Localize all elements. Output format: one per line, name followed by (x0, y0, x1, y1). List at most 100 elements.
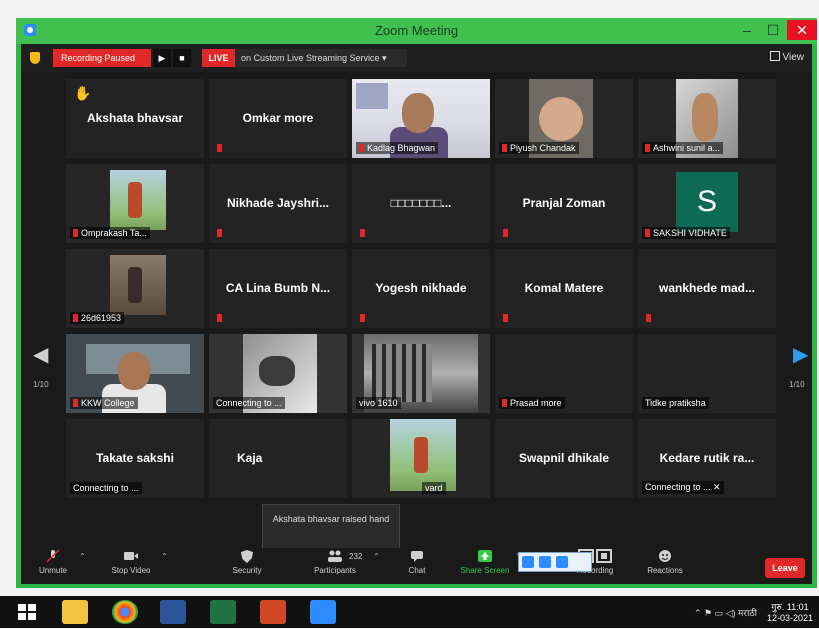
participant-name: Takate sakshi (96, 451, 174, 465)
system-clock[interactable]: गुरु. 11:01 12-03-2021 (767, 602, 813, 624)
participant-label: Ashwini sunil a... (642, 142, 724, 154)
stop-video-button[interactable]: Stop Video (103, 549, 159, 575)
title-bar: Zoom Meeting – ☐ ✕ (16, 18, 817, 44)
input-language[interactable]: मराठी (738, 608, 757, 618)
participant-tile[interactable]: Kaja (209, 419, 347, 498)
muted-mic-icon (73, 399, 78, 407)
active-speaker-tile[interactable]: KKW College (66, 334, 204, 413)
participant-tile[interactable]: Tidke pratiksha (638, 334, 776, 413)
muted-mic-icon (646, 314, 651, 322)
security-button[interactable]: Security (225, 549, 269, 575)
participant-tile[interactable]: Pranjal Zoman (495, 164, 633, 243)
resume-recording-button[interactable]: ▶ (153, 49, 171, 67)
participant-tile[interactable]: vard (352, 419, 490, 498)
chat-label: Chat (408, 566, 426, 575)
participant-label: Kadlag Bhagwan (356, 142, 439, 154)
participants-options-caret-icon[interactable]: ⌃ (373, 552, 380, 561)
share-control-icon[interactable] (539, 556, 551, 568)
settings-gear-icon[interactable] (556, 556, 568, 568)
zoom-taskbar-icon[interactable] (310, 600, 336, 624)
participant-tile[interactable]: ✋ Akshata bhavsar (66, 79, 204, 158)
security-label: Security (232, 566, 262, 575)
participant-tile[interactable]: Omkar more (209, 79, 347, 158)
participant-name: Nikhade Jayshri... (226, 196, 330, 210)
participant-tile[interactable]: Yogesh nikhade (352, 249, 490, 328)
reactions-button[interactable]: Reactions (641, 549, 689, 575)
participant-name: Pranjal Zoman (522, 196, 606, 210)
participant-tile[interactable]: Prasad more (495, 334, 633, 413)
muted-mic-icon (217, 314, 222, 322)
share-screen-icon (478, 550, 492, 562)
participant-tile[interactable]: vivo 1610 (352, 334, 490, 413)
participant-name: Kedare rutik ra... (659, 451, 755, 465)
participant-label: Piyush Chandak (499, 142, 579, 154)
video-options-caret-icon[interactable]: ⌃ (161, 552, 168, 561)
participant-label: Connecting to ... (213, 397, 285, 409)
live-service-dropdown[interactable]: on Custom Live Streaming Service ▾ (235, 49, 407, 67)
muted-mic-icon (503, 229, 508, 237)
participant-label-text: Connecting to ... (216, 398, 282, 408)
raised-hand-icon: ✋ (74, 85, 92, 101)
close-button[interactable]: ✕ (787, 20, 817, 40)
clock-time: 11:01 (786, 602, 809, 612)
stop-recording-button[interactable]: ■ (173, 49, 191, 67)
minimize-button[interactable]: – (735, 20, 759, 40)
participant-tile[interactable]: Komal Matere (495, 249, 633, 328)
participant-tile[interactable]: Swapnil dhikale (495, 419, 633, 498)
participant-tile[interactable]: Omprakash Ta... (66, 164, 204, 243)
grid-view-icon (769, 51, 780, 61)
previous-page-arrow-icon[interactable]: ◀ (33, 342, 48, 367)
live-badge: LIVE (202, 49, 235, 67)
floating-share-controls[interactable] (518, 552, 592, 572)
participant-label: KKW College (70, 397, 138, 409)
participant-label-text: Piyush Chandak (510, 143, 576, 153)
participant-tile[interactable]: Kedare rutik ra... Connecting to ... ✕ (638, 419, 776, 498)
participant-name: Akshata bhavsar (86, 111, 184, 125)
participant-label-text: 26d61953 (81, 313, 122, 323)
word-icon[interactable] (160, 600, 186, 624)
participant-tile[interactable]: Connecting to ... (209, 334, 347, 413)
participant-label-text: vard (425, 483, 443, 493)
file-explorer-icon[interactable] (62, 600, 88, 624)
muted-mic-icon (360, 314, 365, 322)
powerpoint-icon[interactable] (260, 600, 286, 624)
leave-button[interactable]: Leave (765, 558, 805, 578)
participant-tile[interactable]: CA Lina Bumb N... (209, 249, 347, 328)
next-page-arrow-icon[interactable]: ▶ (793, 342, 808, 367)
view-button[interactable]: View (769, 51, 805, 63)
participant-name: Kaja (237, 451, 263, 465)
participant-tile[interactable]: wankhede mad... (638, 249, 776, 328)
chrome-browser-icon[interactable] (112, 600, 138, 624)
windows-taskbar: ⌃ ⚑ ▭ ◁) मराठी गुरु. 11:01 12-03-2021 (0, 596, 819, 628)
participant-label-text: SAKSHI VIDHATE (653, 228, 727, 238)
share-control-icon[interactable] (522, 556, 534, 568)
participant-tile[interactable]: Kadlag Bhagwan (352, 79, 490, 158)
maximize-button[interactable]: ☐ (761, 20, 785, 40)
chat-button[interactable]: Chat (397, 549, 437, 575)
clock-date: 12-03-2021 (766, 613, 813, 623)
participant-name: Swapnil dhikale (518, 451, 610, 465)
muted-mic-icon (217, 144, 222, 152)
audio-options-caret-icon[interactable]: ⌃ (79, 552, 86, 561)
participant-name: Yogesh nikhade (375, 281, 467, 295)
participant-tile[interactable]: Nikhade Jayshri... (209, 164, 347, 243)
excel-icon[interactable] (210, 600, 236, 624)
participant-tile[interactable]: S SAKSHI VIDHATE (638, 164, 776, 243)
view-label: View (782, 52, 805, 63)
security-shield-icon[interactable] (30, 52, 40, 64)
unmute-button[interactable]: Unmute (31, 549, 75, 575)
system-tray[interactable]: ⌃ ⚑ ▭ ◁) मराठी (694, 606, 757, 619)
participant-label: vard (422, 482, 446, 494)
participant-label: 26d61953 (70, 312, 125, 324)
participant-tile[interactable]: Takate sakshi Connecting to ... (66, 419, 204, 498)
share-screen-button[interactable]: Share Screen (457, 549, 513, 575)
raised-hand-notification: Akshata bhavsar raised hand (262, 504, 400, 554)
windows-start-icon[interactable] (14, 600, 40, 624)
participant-tile[interactable]: Ashwini sunil a... (638, 79, 776, 158)
participant-tile[interactable]: □□□□□□□... (352, 164, 490, 243)
participant-tile[interactable]: Piyush Chandak (495, 79, 633, 158)
participant-tile[interactable]: 26d61953 (66, 249, 204, 328)
participant-name: Omkar more (242, 111, 314, 125)
muted-mic-icon (502, 144, 507, 152)
window-title: Zoom Meeting (374, 23, 459, 38)
